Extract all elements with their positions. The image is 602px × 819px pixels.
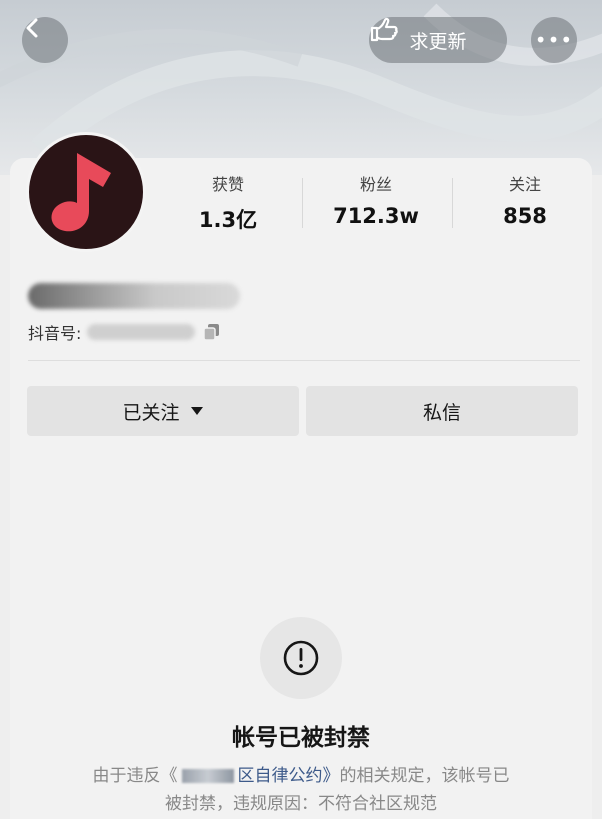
stat-likes-label: 获赞 <box>211 175 244 194</box>
username-redacted <box>28 283 240 309</box>
followed-button[interactable]: 已关注 <box>27 386 299 436</box>
stat-fans-value: 712.3w <box>333 204 419 228</box>
banned-description-line2: 被封禁，违规原因：不符合社区规范 <box>165 794 437 814</box>
banned-title: 帐号已被封禁 <box>232 725 370 751</box>
banned-description-line1: 由于违反《 区自律公约》的相关规定，该帐号已 <box>40 762 562 790</box>
more-dots-icon: ••• <box>534 28 574 52</box>
account-id-row: 抖音号: <box>28 320 221 344</box>
more-button[interactable]: ••• <box>531 17 577 63</box>
avatar[interactable] <box>26 132 146 252</box>
followed-label: 已关注 <box>122 401 180 424</box>
banned-description: 由于违反《 区自律公约》的相关规定，该帐号已 被封禁，违规原因：不符合社区规范 <box>40 762 562 818</box>
stat-fans[interactable]: 粉丝 712.3w <box>316 172 436 228</box>
copy-icon[interactable] <box>203 323 221 341</box>
notice-icon-circle <box>260 617 342 699</box>
section-divider <box>28 360 580 361</box>
stat-fans-label: 粉丝 <box>359 175 392 194</box>
request-update-button[interactable]: 求更新 <box>369 17 507 63</box>
account-id-label: 抖音号: <box>28 324 82 343</box>
convention-name-redacted <box>181 769 234 783</box>
description-prefix: 由于违反《 <box>92 766 178 786</box>
stat-following-value: 858 <box>503 204 547 228</box>
pointing-hand-icon <box>370 17 398 42</box>
stat-likes-value: 1.3亿 <box>198 208 258 232</box>
stat-divider <box>452 178 453 228</box>
music-note-icon <box>51 153 111 232</box>
back-button[interactable] <box>22 17 68 63</box>
account-id-redacted <box>87 324 196 340</box>
convention-link[interactable]: 区自律公约》 <box>238 766 340 786</box>
message-label: 私信 <box>422 401 461 424</box>
caret-down-icon <box>190 406 204 416</box>
exclamation-circle-icon <box>283 640 319 676</box>
stat-likes[interactable]: 获赞 1.3亿 <box>168 172 288 234</box>
stat-divider <box>302 178 303 228</box>
stat-following-label: 关注 <box>508 175 541 194</box>
request-update-label: 求更新 <box>409 30 467 53</box>
message-button[interactable]: 私信 <box>306 386 578 436</box>
description-suffix: 的相关规定，该帐号已 <box>339 766 510 786</box>
chevron-left-icon <box>26 18 38 38</box>
stat-following[interactable]: 关注 858 <box>465 172 585 228</box>
